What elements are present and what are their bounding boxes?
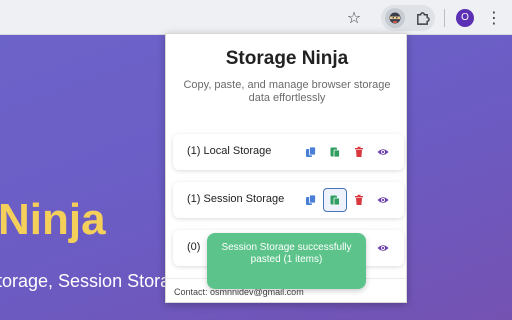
view-button[interactable] [373,190,393,210]
trash-icon [355,146,363,157]
copy-button[interactable] [301,142,321,162]
storage-row-local: (1) Local Storage [173,134,404,170]
storage-row-label: (1) Session Storage [187,193,285,205]
delete-button[interactable] [349,190,369,210]
profile-avatar[interactable]: O [456,9,474,27]
browser-menu-icon[interactable]: ⋮ [484,7,504,29]
storage-row-label: (1) Local Storage [187,145,272,157]
toolbar-separator [444,9,445,27]
browser-toolbar: ☆ O ⋮ [0,0,512,35]
view-button[interactable] [373,238,393,258]
storage-ninja-extension-icon[interactable] [385,8,405,28]
storage-row-session: (1) Session Storage [173,182,404,218]
eye-icon [377,245,389,251]
hero-title: Ninja [0,195,106,244]
popup-title: Storage Ninja [225,48,349,69]
copy-icon [306,146,316,157]
storage-row-label: (0) [187,241,201,253]
eye-icon [377,197,389,203]
bookmark-star-icon[interactable]: ☆ [344,8,364,28]
paste-icon [330,147,340,158]
hero-subtitle: torage, Session Stora [0,271,171,291]
view-button[interactable] [373,142,393,162]
eye-icon [377,149,389,155]
paste-icon [330,195,340,206]
copy-icon [306,194,316,205]
ninja-icon [389,12,401,24]
copy-button[interactable] [301,190,321,210]
popup-description: Copy, paste, and manage browser storage … [183,79,391,104]
extensions-puzzle-icon[interactable] [412,8,432,28]
paste-button[interactable] [325,142,345,162]
trash-icon [355,194,363,205]
success-toast: Session Storage successfully pasted (1 i… [207,233,366,289]
paste-button[interactable] [323,188,347,212]
delete-button[interactable] [349,142,369,162]
